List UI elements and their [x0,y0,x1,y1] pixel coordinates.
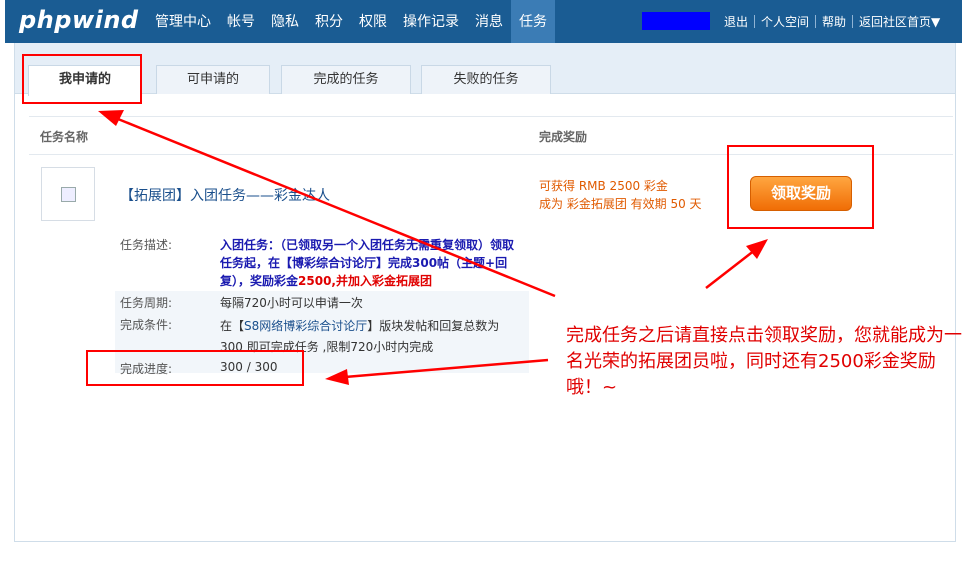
arrow-head-progress [325,369,349,385]
annotation-note: 完成任务之后请直接点击领取奖励，您就能成为一名光荣的拓展团员啦，同时还有2500… [566,325,962,398]
arrow-head-tab [98,110,124,126]
arrow-to-button [705,249,756,289]
annotation-arrows [98,110,768,385]
arrow-to-tab [117,117,556,298]
arrow-to-progress [344,358,549,379]
